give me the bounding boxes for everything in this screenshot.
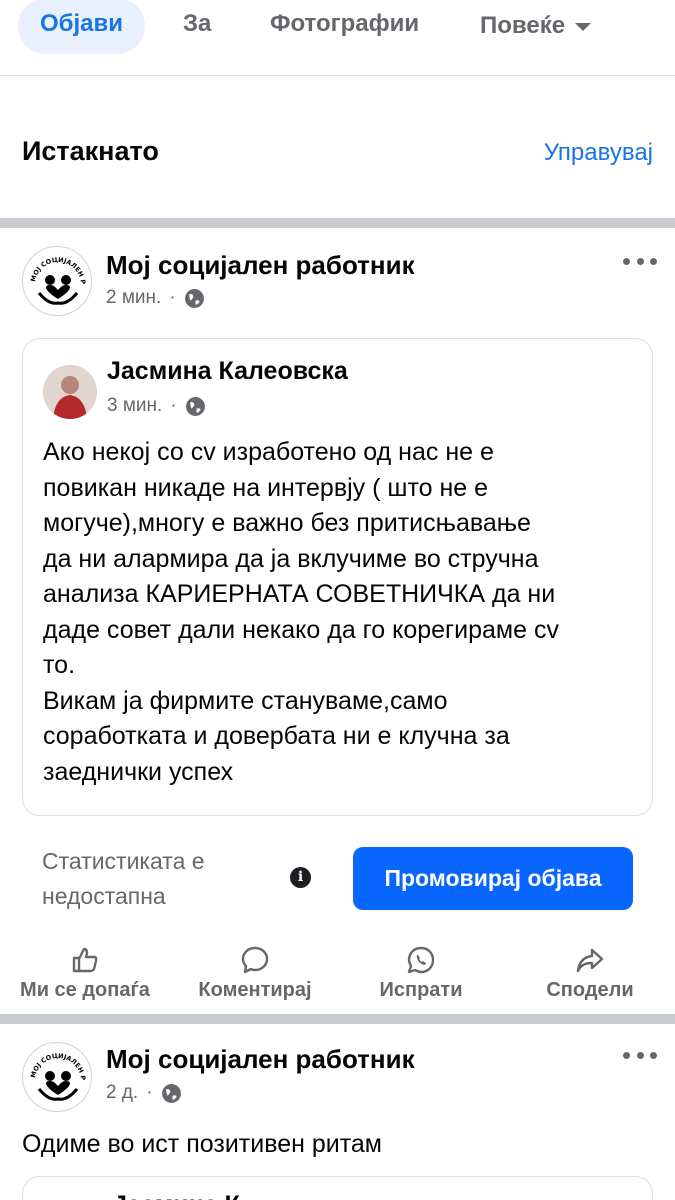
tab-photos[interactable]: Фотографии [270,0,419,54]
tab-posts[interactable]: Објави [18,0,146,54]
globe-icon [161,1083,181,1103]
page-avatar[interactable]: МОЈ СОЦИЈАЛЕН РАБОТНИК [22,246,92,316]
post-more-icon[interactable] [623,1045,657,1065]
svg-text:МОЈ СОЦИЈАЛЕН РАБОТНИК: МОЈ СОЦИЈАЛЕН РАБОТНИК [23,1043,87,1081]
send-label: Испрати [379,979,463,1001]
page-logo-icon: МОЈ СОЦИЈАЛЕН РАБОТНИК [23,1043,87,1101]
send-whatsapp-button[interactable]: Испрати [346,945,496,1002]
share-label: Сподели [546,979,634,1001]
insights-unavailable-text: Статистиката е недостапна [42,848,205,909]
featured-manage-link[interactable]: Управувај [544,139,653,167]
page-logo-icon: МОЈ СОЦИЈАЛЕН РАБОТНИК [23,247,87,305]
globe-icon [184,288,204,308]
like-button[interactable]: Ми се допаѓа [10,945,160,1002]
comment-icon [241,946,269,974]
post-page-name[interactable]: Мој социјален работник [106,250,415,281]
comment-button[interactable]: Коментирај [180,945,330,1002]
meta-separator: · [169,287,176,308]
author-avatar[interactable] [43,365,97,419]
shared-meta: 3 мин. · [107,395,206,417]
meta-separator: · [170,395,177,416]
section-divider [0,218,675,228]
post-meta: 2 д. · [106,1082,182,1104]
featured-title: Истакнато [22,136,159,166]
shared-post-card[interactable]: Јасмина К [22,1176,653,1200]
post-meta: 2 мин. · [106,287,205,309]
globe-icon [185,396,205,416]
profile-tabs: Објави За Фотографии Повеќе [0,0,675,76]
info-icon[interactable]: i [290,867,311,888]
shared-post-text: Ако некој со cv изработено од нас не е п… [43,438,559,786]
shared-post-card[interactable]: Јасмина Калеовска 3 мин. · Ако некој со … [22,338,653,816]
like-label: Ми се допаѓа [20,979,150,1001]
tab-more[interactable]: Повеќе [480,0,592,54]
thumbs-up-icon [72,947,98,973]
share-button[interactable]: Сподели [515,945,665,1002]
caret-down-icon [575,23,592,31]
tab-more-label: Повеќе [480,12,566,39]
whatsapp-icon [407,946,435,974]
meta-separator: · [146,1082,153,1103]
post-text: Одиме во ист позитивен ритам [22,1130,382,1158]
shared-author-name[interactable]: Јасмина Калеовска [107,357,348,386]
post-more-icon[interactable] [623,251,657,271]
svg-text:МОЈ СОЦИЈАЛЕН РАБОТНИК: МОЈ СОЦИЈАЛЕН РАБОТНИК [23,247,87,285]
share-icon [576,948,604,973]
comment-label: Коментирај [198,979,312,1001]
post-page-name[interactable]: Мој социјален работник [106,1044,415,1075]
person-photo-icon [43,365,97,419]
tab-about[interactable]: За [183,0,211,54]
post-time[interactable]: 2 д. [106,1082,138,1104]
post-divider [0,1014,675,1024]
shared-time[interactable]: 3 мин. [107,395,162,417]
promote-post-button[interactable]: Промовирај објава [353,847,633,910]
post-time[interactable]: 2 мин. [106,287,161,309]
shared-author-name[interactable]: Јасмина К [113,1191,240,1200]
page-avatar[interactable]: МОЈ СОЦИЈАЛЕН РАБОТНИК [22,1042,92,1112]
